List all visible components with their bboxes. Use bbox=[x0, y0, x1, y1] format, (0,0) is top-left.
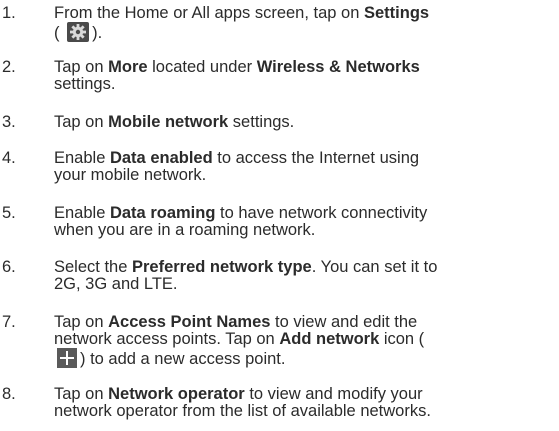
step-text: Tap on Access Point Names to view and ed… bbox=[54, 314, 554, 368]
step-text-run: settings. bbox=[228, 113, 295, 131]
step-text-run: Tap on bbox=[54, 58, 109, 76]
step-line: Tap on More located under Wireless & Net… bbox=[54, 59, 554, 76]
step-line: settings. bbox=[54, 76, 554, 93]
step-number: 5. bbox=[2, 204, 16, 222]
ui-term: Wireless & Networks bbox=[256, 58, 420, 76]
step-text-run: ( bbox=[54, 24, 65, 42]
step-number: 6. bbox=[2, 258, 16, 276]
step-number: 2. bbox=[2, 58, 16, 76]
step-text: Enable Data enabled to access the Intern… bbox=[54, 150, 554, 184]
step-text: Enable Data roaming to have network conn… bbox=[54, 205, 554, 239]
step-text-run: to view and edit the bbox=[270, 313, 418, 331]
ui-term: Network operator bbox=[108, 385, 245, 403]
ui-term: Add network bbox=[279, 330, 380, 348]
ui-term: Data roaming bbox=[109, 204, 216, 222]
step-text-run: 2G, 3G and LTE. bbox=[54, 275, 178, 293]
step-text-run: network access points. Tap on bbox=[54, 330, 280, 348]
step-line: Tap on Access Point Names to view and ed… bbox=[54, 314, 554, 331]
step-line: network access points. Tap on Add networ… bbox=[54, 331, 554, 348]
step-line: Tap on Mobile network settings. bbox=[54, 114, 554, 131]
step-line: your mobile network. bbox=[54, 167, 554, 184]
step-text-run: From the Home or All apps screen, tap on bbox=[54, 4, 364, 22]
step-text-run: when you are in a roaming network. bbox=[54, 221, 316, 239]
ui-term: Data enabled bbox=[109, 149, 213, 167]
step-text-run: to view and modify your bbox=[244, 385, 423, 403]
step-text-run: Tap on bbox=[54, 113, 109, 131]
settings-gear-icon bbox=[67, 22, 90, 42]
step-text-run: network operator from the list of availa… bbox=[54, 402, 431, 420]
ui-term: Mobile network bbox=[108, 113, 229, 131]
ui-term: Settings bbox=[363, 4, 430, 22]
step-line: Enable Data enabled to access the Intern… bbox=[54, 150, 554, 167]
step-line: Select the Preferred network type. You c… bbox=[54, 259, 554, 276]
step-line: From the Home or All apps screen, tap on… bbox=[54, 5, 554, 22]
step-text-run: located under bbox=[147, 58, 257, 76]
step-line: 2G, 3G and LTE. bbox=[54, 276, 554, 293]
step-text-run: to access the Internet using bbox=[212, 149, 420, 167]
step-line: when you are in a roaming network. bbox=[54, 222, 554, 239]
step-text-run: Tap on bbox=[54, 385, 109, 403]
instructions-page: 1. From the Home or All apps screen, tap … bbox=[0, 0, 559, 431]
step-number: 3. bbox=[2, 113, 16, 131]
ui-term: Preferred network type bbox=[131, 258, 312, 276]
step-text-run: Enable bbox=[54, 149, 110, 167]
step-text-run: Enable bbox=[54, 204, 110, 222]
step-text: From the Home or All apps screen, tap on… bbox=[54, 5, 554, 42]
step-text: Select the Preferred network type. You c… bbox=[54, 259, 554, 293]
step-text-run: Tap on bbox=[54, 313, 109, 331]
step-text-run: . You can set it to bbox=[311, 258, 438, 276]
step-number: 4. bbox=[2, 149, 16, 167]
step-text-run: Select the bbox=[54, 258, 132, 276]
step-text-run: settings. bbox=[54, 75, 116, 93]
step-line: Enable Data roaming to have network conn… bbox=[54, 205, 554, 222]
step-number: 8. bbox=[2, 385, 16, 403]
step-text: Tap on Network operator to view and modi… bbox=[54, 386, 554, 420]
step-number: 1. bbox=[2, 4, 16, 22]
ui-term: More bbox=[108, 58, 148, 76]
step-text-run: your mobile network. bbox=[54, 166, 207, 184]
step-text-run: ) to add a new access point. bbox=[80, 350, 286, 368]
step-line: ( ). bbox=[54, 22, 554, 42]
step-number: 7. bbox=[2, 313, 16, 331]
step-text: Tap on Mobile network settings. bbox=[54, 114, 554, 131]
step-text-run: ). bbox=[92, 24, 103, 42]
step-line: ) to add a new access point. bbox=[54, 348, 554, 368]
step-line: Tap on Network operator to view and modi… bbox=[54, 386, 554, 403]
add-network-icon bbox=[57, 348, 77, 368]
step-text: Tap on More located under Wireless & Net… bbox=[54, 59, 554, 93]
ui-term: Access Point Names bbox=[108, 313, 271, 331]
step-text-run: to have network connectivity bbox=[215, 204, 428, 222]
step-line: network operator from the list of availa… bbox=[54, 403, 554, 420]
step-text-run: icon ( bbox=[379, 330, 425, 348]
